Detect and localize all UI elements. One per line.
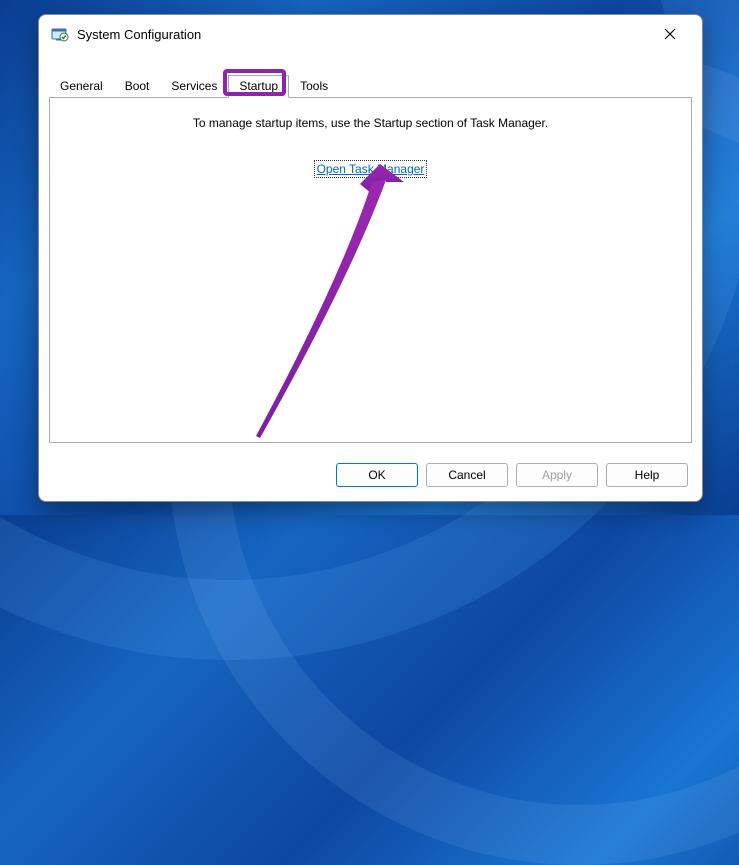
system-configuration-dialog: System Configuration General Boot Servic… <box>38 14 703 502</box>
tab-content-area: To manage startup items, use the Startup… <box>49 97 692 443</box>
titlebar: System Configuration <box>39 15 702 53</box>
dialog-button-row: OK Cancel Apply Help <box>39 453 702 501</box>
close-icon <box>664 28 676 40</box>
tab-tools[interactable]: Tools <box>289 75 339 98</box>
apply-button: Apply <box>516 463 598 487</box>
cancel-button[interactable]: Cancel <box>426 463 508 487</box>
tab-boot[interactable]: Boot <box>114 75 161 98</box>
tab-services[interactable]: Services <box>160 75 228 98</box>
tab-startup[interactable]: Startup <box>228 75 289 98</box>
tab-general[interactable]: General <box>49 75 114 98</box>
close-button[interactable] <box>650 19 690 49</box>
ok-button[interactable]: OK <box>336 463 418 487</box>
startup-instruction-text: To manage startup items, use the Startup… <box>50 116 691 130</box>
tabs-row: General Boot Services Startup Tools <box>39 73 702 97</box>
window-title: System Configuration <box>77 27 650 42</box>
help-button[interactable]: Help <box>606 463 688 487</box>
open-task-manager-link[interactable]: Open Task Manager <box>314 160 428 178</box>
msconfig-icon <box>51 26 69 42</box>
annotation-arrow <box>200 158 420 458</box>
